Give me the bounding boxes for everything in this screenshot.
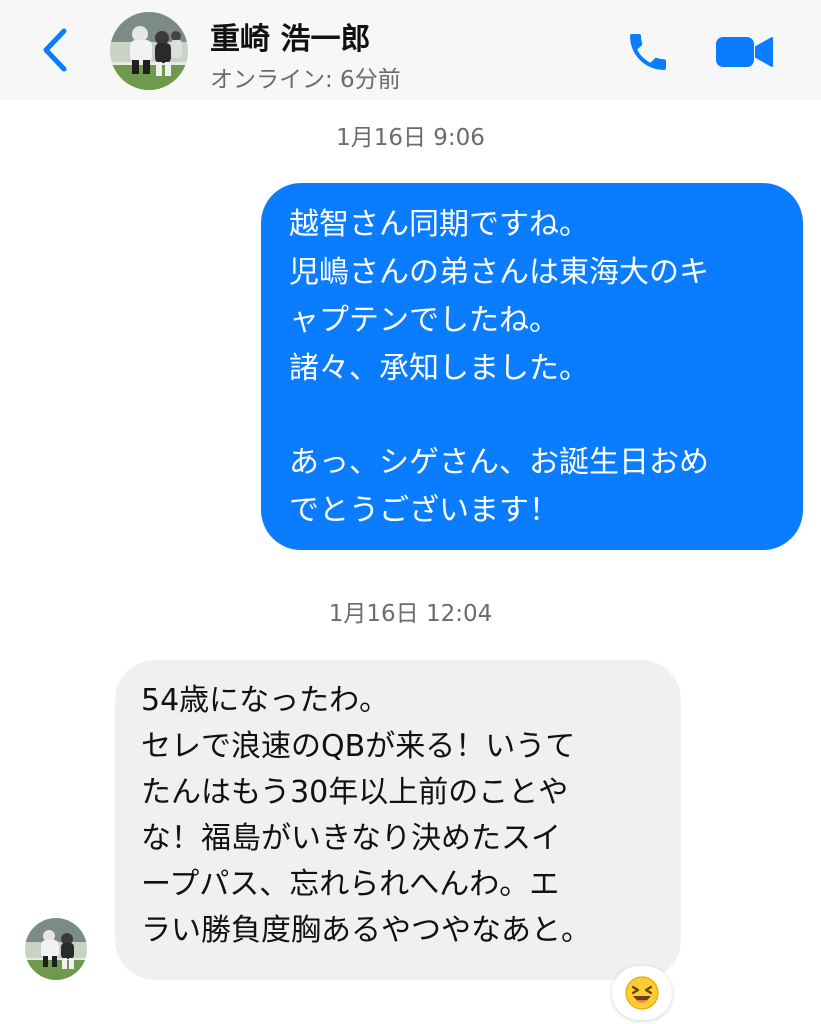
- outgoing-message-bubble[interactable]: 越智さん同期ですね。 児嶋さんの弟さんは東海大のキ ャプテンでしたね。 諸々、承…: [261, 183, 803, 550]
- message-line: たんはもう30年以上前のことや: [141, 775, 569, 810]
- message-timestamp: 1月16日 9:06: [336, 125, 485, 151]
- phone-icon: [630, 34, 666, 70]
- chevron-left-icon: [43, 28, 67, 72]
- laughing-emoji-icon: [625, 976, 659, 1010]
- message-line: 54歳になったわ。: [141, 683, 390, 718]
- video-camera-icon: [716, 37, 773, 67]
- message-line: な！福島がいきなり決めたスイ: [141, 821, 561, 856]
- incoming-message-bubble[interactable]: 54歳になったわ。 セレで浪速のQBが来る！いうて たんはもう30年以上前のこと…: [115, 660, 681, 980]
- online-status: オンライン: 6分前: [210, 67, 401, 93]
- contact-photo: [110, 12, 188, 90]
- contact-photo: [25, 918, 87, 980]
- call-button[interactable]: [622, 26, 674, 78]
- message-line: セレで浪速のQBが来る！いうて: [141, 729, 576, 764]
- message-line: でとうございます！: [289, 493, 559, 528]
- message-line: 越智さん同期ですね。: [289, 207, 589, 242]
- message-line: 諸々、承知しました。: [289, 351, 589, 386]
- avatar[interactable]: [110, 12, 188, 90]
- contact-name[interactable]: 重崎 浩一郎: [210, 14, 370, 58]
- back-button[interactable]: [30, 20, 80, 80]
- message-line: [289, 393, 785, 439]
- sender-avatar[interactable]: [25, 918, 87, 980]
- message-line: 児嶋さんの弟さんは東海大のキ: [289, 255, 709, 290]
- message-reaction[interactable]: [612, 966, 672, 1020]
- message-timestamp: 1月16日 12:04: [328, 601, 493, 627]
- message-line: あっ、シゲさん、お誕生日おめ: [289, 445, 709, 480]
- message-line: ープパス、忘れられへんわ。エ: [141, 867, 560, 902]
- chat-header: 重崎 浩一郎 オンライン: 6分前: [0, 0, 821, 100]
- message-line: ラい勝負度胸あるやつやなあと。: [141, 913, 591, 948]
- message-line: ャプテンでしたね。: [289, 303, 559, 338]
- video-call-button[interactable]: [712, 26, 776, 78]
